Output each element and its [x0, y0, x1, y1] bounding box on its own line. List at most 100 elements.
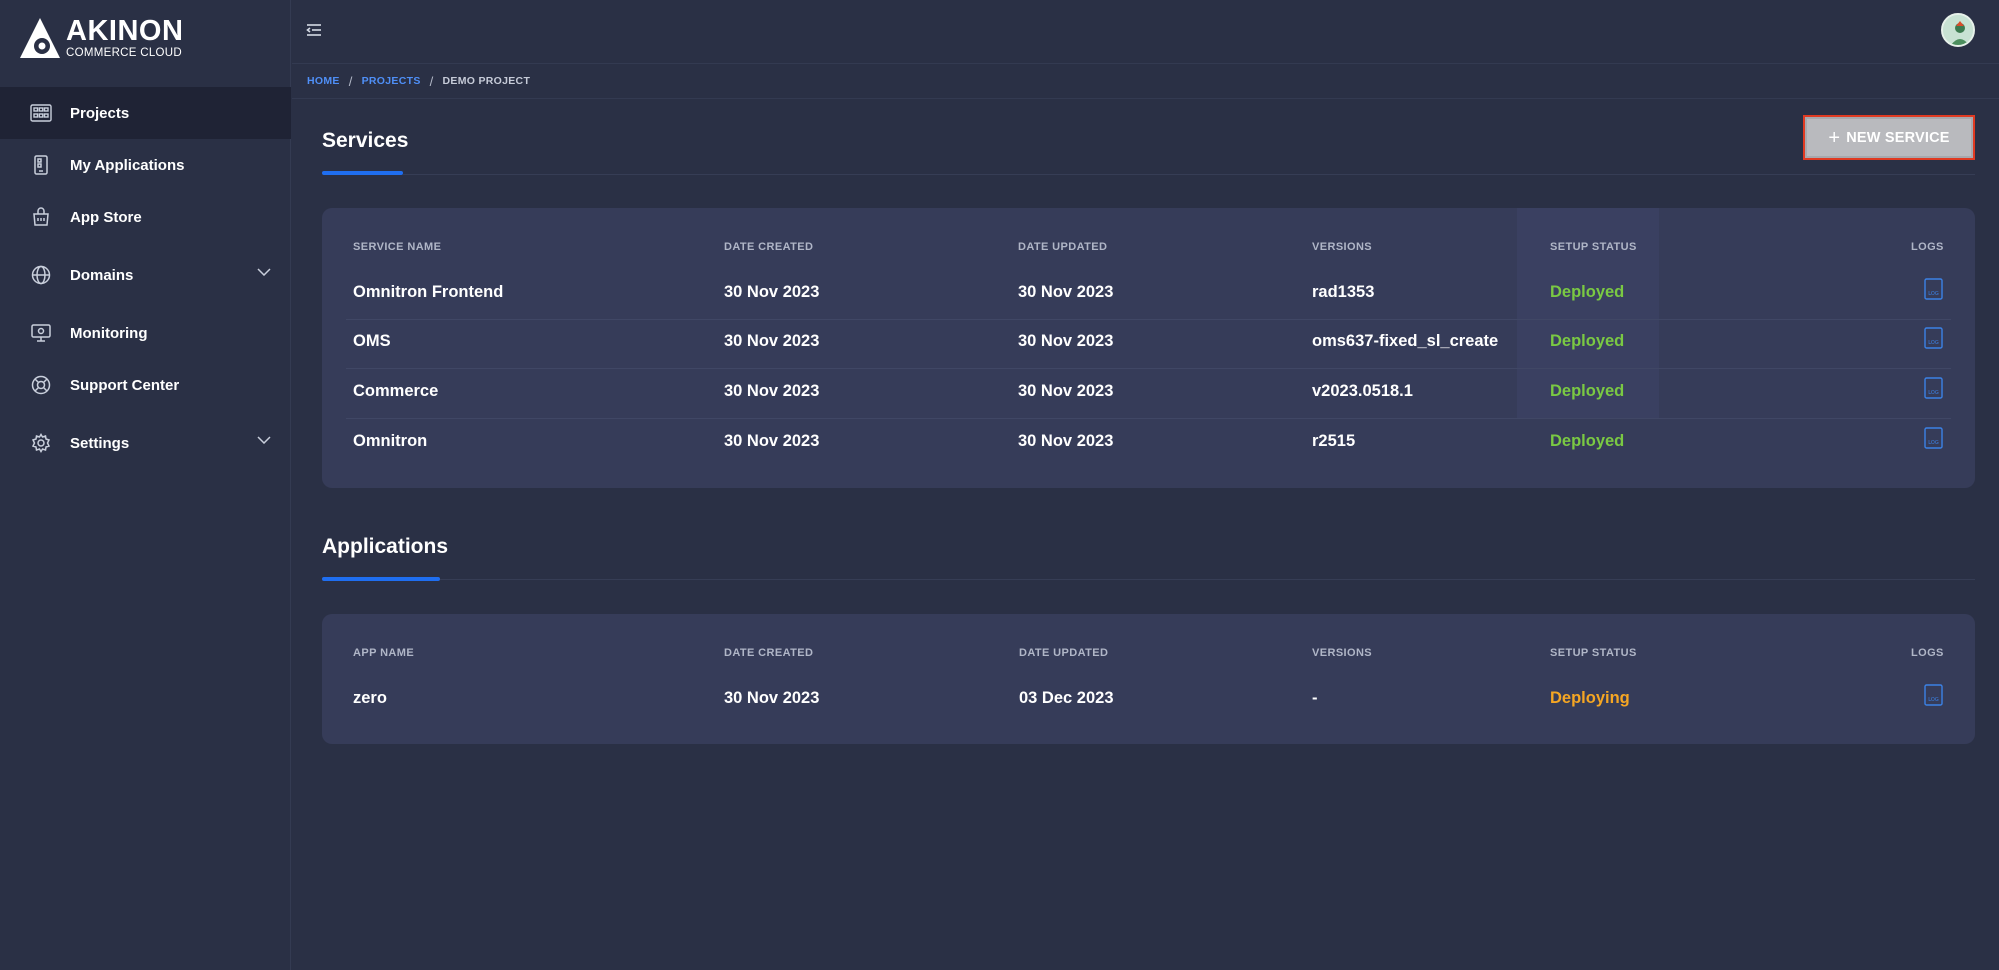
version: r2515 — [1312, 432, 1356, 450]
date-updated: 30 Nov 2023 — [1018, 283, 1114, 301]
service-name[interactable]: Commerce — [353, 382, 438, 401]
date-updated: 03 Dec 2023 — [1019, 689, 1114, 707]
version: - — [1312, 689, 1318, 707]
column-header-date-updated[interactable]: DATE UPDATED — [1019, 647, 1108, 659]
row-divider — [346, 368, 1951, 369]
gear-icon — [30, 432, 52, 454]
applications-title-underline — [322, 577, 440, 581]
svg-text:LOG: LOG — [1928, 440, 1939, 446]
svg-text:LOG: LOG — [1928, 697, 1939, 703]
breadcrumb-divider — [292, 98, 1999, 99]
version: oms637-fixed_sl_create — [1312, 332, 1499, 350]
service-name[interactable]: Omnitron Frontend — [353, 283, 503, 302]
date-created: 30 Nov 2023 — [724, 432, 820, 450]
new-service-button[interactable]: + NEW SERVICE — [1803, 115, 1975, 160]
sidebar-nav: Projects My Applications App Store Domai… — [0, 87, 291, 469]
svg-text:LOG: LOG — [1928, 340, 1939, 346]
breadcrumb-separator: / — [348, 73, 353, 89]
log-file-icon[interactable]: LOG — [1924, 427, 1943, 449]
sidebar-item-label: Support Center — [70, 376, 180, 394]
status-badge: Deployed — [1550, 332, 1625, 350]
log-file-icon[interactable]: LOG — [1924, 278, 1943, 300]
column-header-versions[interactable]: VERSIONS — [1312, 241, 1372, 253]
row-divider — [346, 319, 1951, 320]
breadcrumb-projects[interactable]: PROJECTS — [362, 75, 421, 87]
globe-icon — [30, 264, 52, 286]
column-header-date-updated[interactable]: DATE UPDATED — [1018, 241, 1107, 253]
sidebar-item-app-store[interactable]: App Store — [0, 191, 291, 243]
mobile-icon — [30, 154, 52, 176]
sidebar-item-support-center[interactable]: Support Center — [0, 359, 291, 411]
sidebar-item-projects[interactable]: Projects — [0, 87, 291, 139]
breadcrumb-separator: / — [429, 73, 434, 89]
sidebar-item-label: My Applications — [70, 156, 185, 174]
date-created: 30 Nov 2023 — [724, 332, 820, 350]
column-header-app-name[interactable]: APP NAME — [353, 647, 414, 659]
date-created: 30 Nov 2023 — [724, 382, 820, 400]
column-header-logs: LOGS — [1911, 241, 1944, 253]
service-name[interactable]: Omnitron — [353, 432, 427, 451]
date-created: 30 Nov 2023 — [724, 283, 820, 301]
breadcrumb: HOME / PROJECTS / DEMO PROJECT — [307, 72, 530, 90]
column-header-setup-status[interactable]: SETUP STATUS — [1550, 647, 1637, 659]
sidebar-item-my-applications[interactable]: My Applications — [0, 139, 291, 191]
avatar-image-icon — [1943, 15, 1973, 45]
status-badge: Deployed — [1550, 283, 1625, 301]
log-file-icon[interactable]: LOG — [1924, 377, 1943, 399]
sidebar-item-monitoring[interactable]: Monitoring — [0, 307, 291, 359]
brand-name: AKINON — [66, 14, 184, 47]
date-updated: 30 Nov 2023 — [1018, 432, 1114, 450]
basket-icon — [30, 206, 52, 228]
chevron-down-icon[interactable] — [257, 268, 271, 276]
log-file-icon[interactable]: LOG — [1924, 327, 1943, 349]
date-updated: 30 Nov 2023 — [1018, 332, 1114, 350]
status-badge: Deploying — [1550, 689, 1630, 707]
brand-subtitle: COMMERCE CLOUD — [66, 46, 183, 59]
lifebuoy-icon — [30, 374, 52, 396]
akinon-logo-icon — [20, 18, 60, 58]
sidebar-item-label: Settings — [70, 434, 130, 452]
app-name[interactable]: zero — [353, 689, 387, 708]
date-updated: 30 Nov 2023 — [1018, 382, 1114, 400]
sidebar-item-label: Monitoring — [70, 324, 148, 342]
service-name[interactable]: OMS — [353, 332, 391, 351]
column-header-logs: LOGS — [1911, 647, 1944, 659]
applications-table: APP NAME DATE CREATED DATE UPDATED VERSI… — [322, 614, 1975, 744]
applications-title: Applications — [322, 535, 449, 558]
akinon-logo[interactable]: AKINON COMMERCE CLOUD — [18, 16, 218, 60]
chevron-down-icon[interactable] — [257, 436, 271, 444]
version: v2023.0518.1 — [1312, 382, 1413, 400]
grid-icon — [30, 102, 52, 124]
column-header-setup-status[interactable]: SETUP STATUS — [1550, 241, 1637, 253]
column-header-date-created[interactable]: DATE CREATED — [724, 647, 813, 659]
breadcrumb-home[interactable]: HOME — [307, 75, 340, 87]
monitor-icon — [30, 322, 52, 344]
user-avatar[interactable] — [1941, 13, 1975, 47]
log-file-icon[interactable]: LOG — [1924, 684, 1943, 706]
sidebar-item-label: App Store — [70, 208, 142, 226]
column-header-date-created[interactable]: DATE CREATED — [724, 241, 813, 253]
menu-collapse-icon[interactable] — [306, 22, 322, 38]
sidebar-item-label: Domains — [70, 266, 134, 284]
new-service-label: NEW SERVICE — [1846, 129, 1950, 146]
column-header-service-name[interactable]: SERVICE NAME — [353, 241, 441, 253]
services-divider — [403, 174, 1975, 175]
row-divider — [346, 418, 1951, 419]
version: rad1353 — [1312, 283, 1375, 301]
sidebar: AKINON COMMERCE CLOUD Projects My Applic… — [0, 0, 291, 970]
status-badge: Deployed — [1550, 432, 1625, 450]
sidebar-item-label: Projects — [70, 104, 130, 122]
sidebar-item-settings[interactable]: Settings — [0, 417, 291, 469]
svg-text:LOG: LOG — [1928, 291, 1939, 297]
breadcrumb-current: DEMO PROJECT — [442, 75, 531, 87]
services-title: Services — [322, 129, 409, 152]
status-badge: Deployed — [1550, 382, 1625, 400]
services-table: SERVICE NAME DATE CREATED DATE UPDATED V… — [322, 208, 1975, 488]
new-service-button-inner: + NEW SERVICE — [1807, 119, 1971, 156]
top-bar — [292, 0, 1999, 64]
sidebar-item-domains[interactable]: Domains — [0, 249, 291, 301]
column-header-versions[interactable]: VERSIONS — [1312, 647, 1372, 659]
services-title-underline — [322, 171, 403, 175]
date-created: 30 Nov 2023 — [724, 689, 820, 707]
applications-divider — [440, 579, 1975, 580]
